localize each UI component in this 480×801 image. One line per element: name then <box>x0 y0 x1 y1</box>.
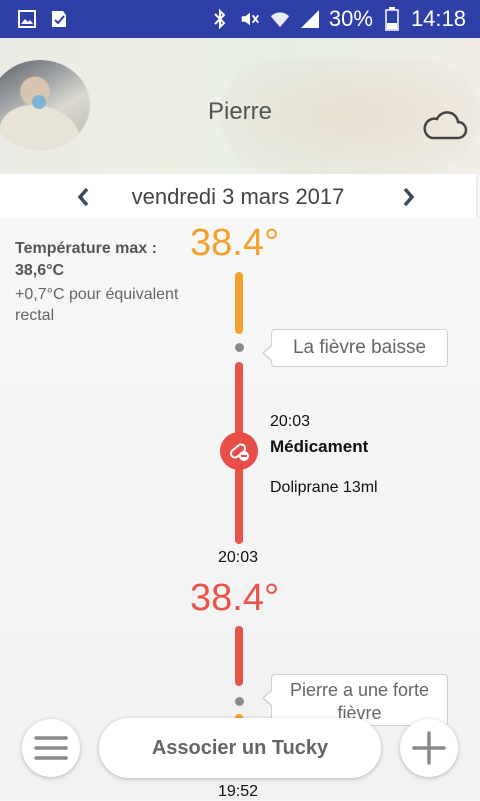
associate-tucky-button[interactable]: Associer un Tucky <box>99 718 381 778</box>
status-bar: 30% 14:18 <box>0 0 480 38</box>
temperature-reading: 38.4° <box>190 222 280 264</box>
medication-title: Médicament <box>270 437 369 456</box>
cloud-icon[interactable] <box>420 110 468 142</box>
medication-time: 20:03 <box>270 413 311 430</box>
signal-icon <box>299 8 321 30</box>
reading-time: 20:03 <box>218 549 259 566</box>
timeline-segment <box>235 626 243 686</box>
fever-falling-callout: La fièvre baisse <box>262 329 448 367</box>
gallery-icon <box>16 8 38 30</box>
battery-icon <box>381 7 403 31</box>
max-temperature-label: Température max : 38,6°C <box>15 240 157 279</box>
plus-icon <box>412 731 446 765</box>
menu-button[interactable] <box>22 719 80 777</box>
medication-name: Doliprane 13ml <box>270 479 378 496</box>
mute-icon <box>239 8 261 30</box>
clock: 14:18 <box>410 6 466 31</box>
timeline-dot <box>235 697 244 706</box>
date-navigation: vendredi 3 mars 2017 <box>0 174 476 218</box>
child-header: Pierre <box>0 38 480 174</box>
timeline[interactable]: Température max : 38,6°C +0,7°C pour équ… <box>0 218 480 800</box>
wifi-icon <box>269 8 291 30</box>
child-name: Pierre <box>207 98 273 125</box>
add-button[interactable] <box>400 719 458 777</box>
temperature-reading: 38.4° <box>190 577 280 619</box>
medication-icon[interactable] <box>220 432 258 470</box>
reading-time: 19:52 <box>218 783 259 800</box>
timeline-segment <box>235 272 243 334</box>
task-icon <box>48 8 70 30</box>
next-day-button[interactable] <box>392 180 426 214</box>
rectal-equivalent-note: +0,7°C pour équivalent rectal <box>15 286 179 324</box>
timeline-dot <box>235 343 244 352</box>
chevron-right-icon <box>403 187 415 207</box>
bluetooth-icon <box>209 8 231 30</box>
battery-percent: 30% <box>328 6 373 31</box>
hamburger-icon <box>34 736 68 760</box>
